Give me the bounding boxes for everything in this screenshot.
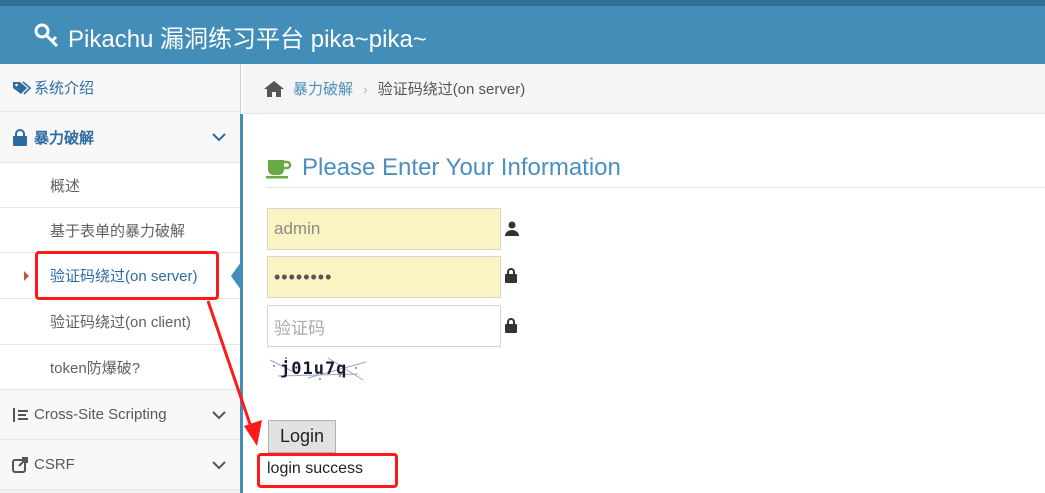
chevron-down-icon[interactable] [212,460,226,470]
share-icon [12,456,29,473]
breadcrumb-separator: › [363,80,368,97]
sidebar-item-label: 暴力破解 [34,129,95,147]
coffee-icon [266,157,292,179]
captcha-image[interactable]: j01u7q [268,354,368,382]
key-icon [34,23,59,48]
lock-icon [505,318,517,333]
sidebar-item-bruteforce[interactable]: 暴力破解 [0,112,240,163]
tags-icon [12,80,32,96]
user-icon [505,221,519,236]
breadcrumb-current: 验证码绕过(on server) [377,81,526,98]
sidebar-subitem-captcha-client[interactable]: 验证码绕过(on client) [0,299,240,345]
sidebar-item-label: CSRF [34,456,75,473]
sidebar-item-intro[interactable]: 系统介绍 [0,64,240,112]
sidebar-subitem-label: 概述 [50,177,81,195]
sidebar-item-label: 系统介绍 [34,80,95,97]
brand[interactable]: Pikachu 漏洞练习平台 pika~pika~ [34,16,427,56]
chevron-down-icon[interactable] [212,132,226,142]
top-navbar: Pikachu 漏洞练习平台 pika~pika~ [0,0,1045,64]
annotation-box-menu [35,251,219,300]
page-title: Please Enter Your Information [302,153,621,181]
sidebar-subitem-label: 验证码绕过(on client) [50,314,191,331]
breadcrumb-link[interactable]: 暴力破解 [293,78,353,99]
caret-right-icon [24,270,29,281]
sidebar-subitem-form-bruteforce[interactable]: 基于表单的暴力破解 [0,208,240,253]
list-icon [12,407,30,423]
form-heading: Please Enter Your Information [266,148,1045,188]
sidebar-item-csrf[interactable]: CSRF [0,440,240,490]
sidebar-subitem-token[interactable]: token防爆破? [0,345,240,390]
login-button[interactable]: Login [268,420,336,453]
breadcrumb: 暴力破解 › 验证码绕过(on server) [243,64,1045,114]
home-icon[interactable] [263,80,285,98]
sidebar-subitem-label: 基于表单的暴力破解 [50,222,186,240]
password-input[interactable]: •••••••• [267,256,501,298]
captcha-text: j01u7q [280,359,347,379]
sidebar-subitem-label: token防爆破? [50,359,141,377]
sidebar-edge [240,114,243,493]
lock-icon [505,268,517,283]
sidebar-subitem-overview[interactable]: 概述 [0,163,240,208]
app-title: Pikachu 漏洞练习平台 pika~pika~ [68,25,427,53]
sidebar-item-xss[interactable]: Cross-Site Scripting [0,390,240,440]
captcha-input[interactable]: 验证码 [267,305,501,347]
lock-icon [12,128,28,146]
chevron-down-icon[interactable] [212,410,226,420]
sidebar-item-label: Cross-Site Scripting [34,406,167,423]
annotation-box-result [257,453,398,488]
username-input[interactable]: admin [267,208,501,250]
